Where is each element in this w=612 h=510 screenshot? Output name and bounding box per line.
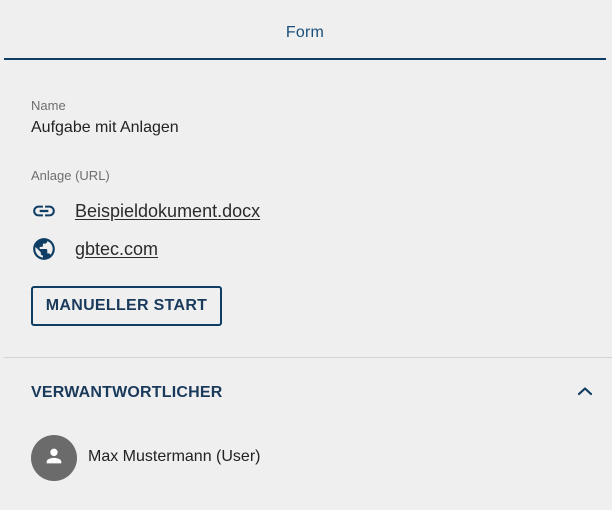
responsible-user-name: Max Mustermann (User) — [88, 448, 261, 465]
collapse-toggle-button[interactable] — [574, 381, 596, 403]
attachment-item-document: Beispieldokument.docx — [31, 198, 260, 224]
globe-icon — [31, 236, 57, 262]
tab-form[interactable]: Form — [286, 24, 324, 42]
responsible-section-title[interactable]: VERWANTWORTLICHER — [31, 384, 223, 402]
avatar — [31, 435, 77, 481]
section-divider — [4, 357, 612, 358]
attachment-label: Anlage (URL) — [31, 168, 110, 183]
link-icon — [31, 198, 57, 224]
person-icon — [43, 445, 65, 472]
tab-bar: Form — [4, 0, 606, 60]
name-value: Aufgabe mit Anlagen — [31, 119, 179, 136]
attachment-item-website: gbtec.com — [31, 236, 158, 262]
attachment-link-website[interactable]: gbtec.com — [75, 239, 158, 260]
name-label: Name — [31, 98, 66, 113]
chevron-up-icon — [577, 383, 593, 401]
manual-start-button[interactable]: MANUELLER START — [31, 286, 222, 326]
attachment-link-document[interactable]: Beispieldokument.docx — [75, 201, 260, 222]
